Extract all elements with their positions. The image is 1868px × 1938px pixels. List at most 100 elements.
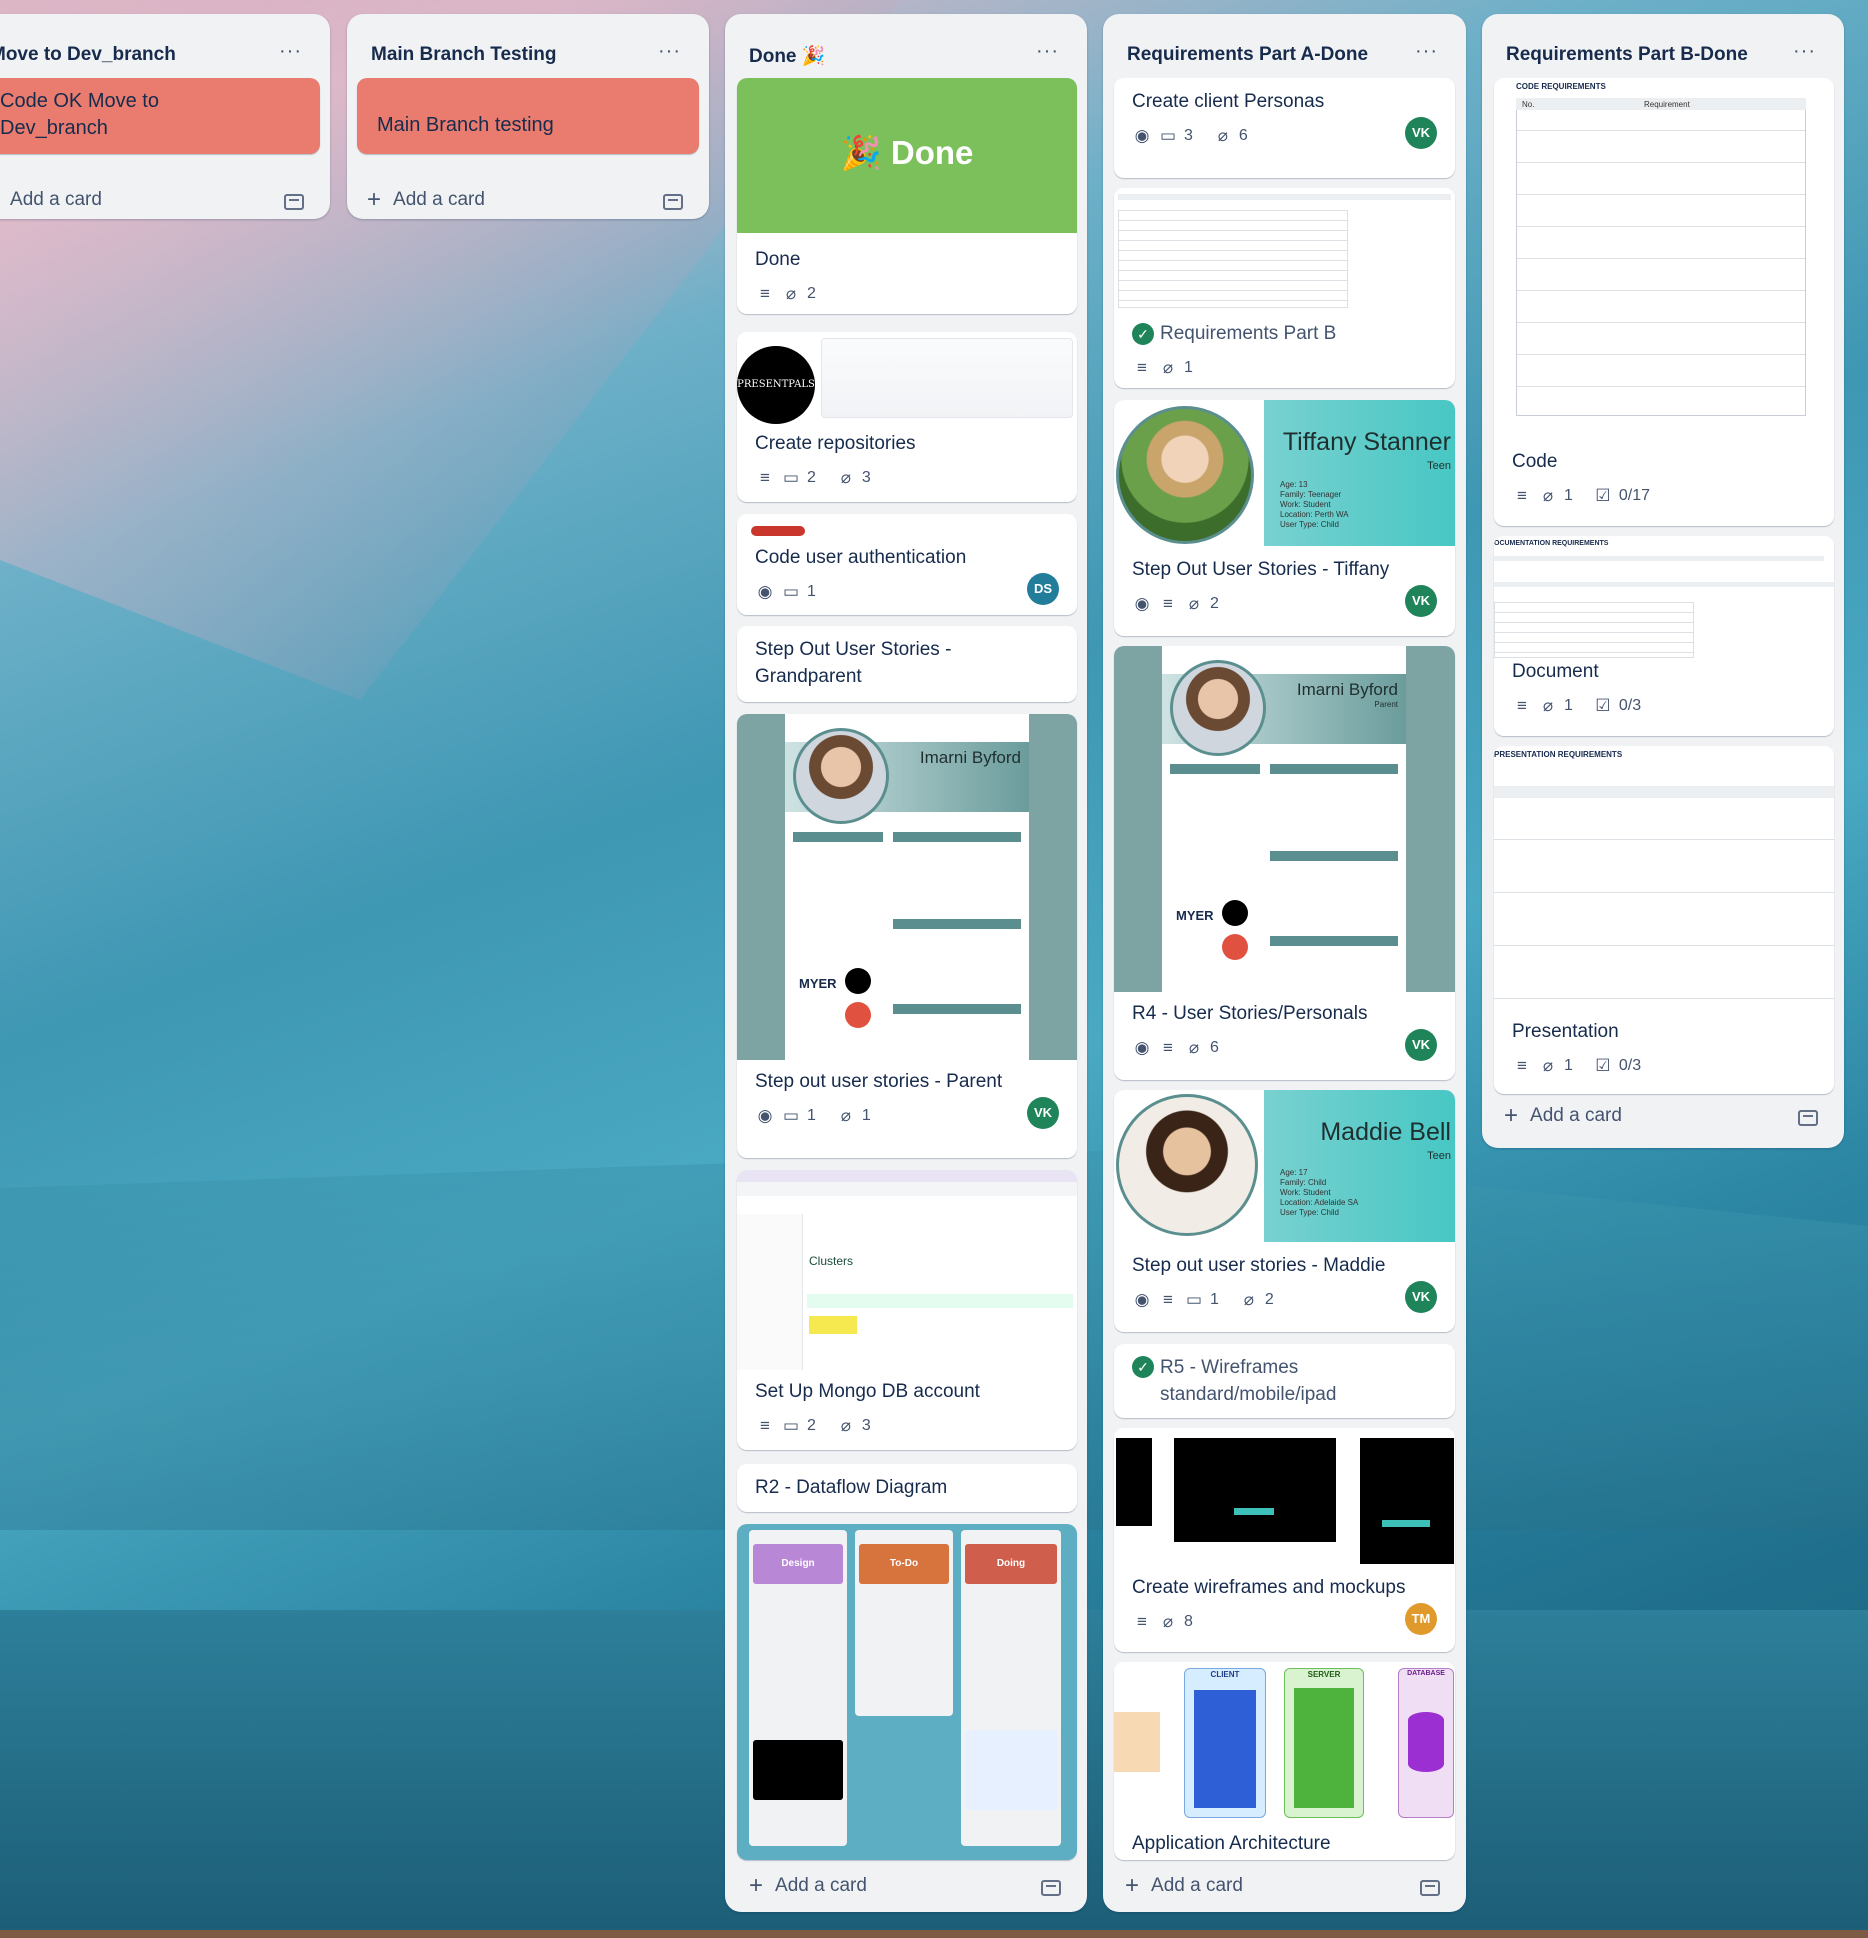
card-title: Create repositories <box>755 433 916 454</box>
watch-icon: ◉ <box>1134 1290 1150 1309</box>
attachment-count: 2 <box>807 285 816 302</box>
add-card-button[interactable]: +Add a card <box>1125 1874 1243 1898</box>
more-icon[interactable]: ··· <box>279 40 302 63</box>
card-title: Presentation <box>1512 1021 1619 1042</box>
card-create-client-personas[interactable]: Create client Personas ◉ ▭ 3 ⌀ 6 VK <box>1114 78 1455 178</box>
card-badges: ◉ ▭ 3 ⌀ 6 <box>1132 126 1262 146</box>
comment-count: 1 <box>1210 1291 1219 1308</box>
template-icon[interactable] <box>1041 1880 1061 1896</box>
persona-field: Location: Adelaide SA <box>1280 1198 1359 1207</box>
card-title-text: Requirements Part B <box>1160 323 1337 344</box>
mini-list: Doing <box>961 1530 1061 1846</box>
card-code-user-authentication[interactable]: Code user authentication ◉ ▭ 1 DS <box>737 514 1077 615</box>
attachment-icon: ⌀ <box>1542 1056 1554 1075</box>
template-icon[interactable] <box>1420 1880 1440 1896</box>
template-icon[interactable] <box>284 194 304 210</box>
more-icon[interactable]: ··· <box>658 40 681 63</box>
card-step-out-maddie[interactable]: Maddie Bell Teen Age: 17 Family: Child W… <box>1114 1090 1455 1332</box>
avatar[interactable]: TM <box>1405 1603 1437 1635</box>
check-icon: ✓ <box>1132 322 1154 345</box>
attachment-icon: ⌀ <box>1162 358 1174 377</box>
persona-photo <box>1116 1094 1258 1236</box>
card-step-out-grandparent[interactable]: Step Out User Stories - Grandparent <box>737 626 1077 702</box>
watch-icon: ◉ <box>1134 594 1150 613</box>
template-icon[interactable] <box>1798 1110 1818 1126</box>
plus-icon: + <box>367 186 382 213</box>
card-title: ✓ Requirements Part B <box>1132 320 1336 347</box>
card-badges: ◉ ≡ ▭ 1 ⌀ 2 <box>1132 1290 1288 1310</box>
card-cover: Tiffany Stanner Teen Age: 13 Family: Tee… <box>1114 400 1455 546</box>
table-header: No. <box>1522 100 1535 109</box>
add-card-label: Add a card <box>775 1875 867 1896</box>
card-cover: CLIENT SERVER DATABASE <box>1114 1662 1455 1826</box>
add-card-button[interactable]: +Add a card <box>0 188 102 212</box>
more-icon[interactable]: ··· <box>1036 40 1059 63</box>
add-card-label: Add a card <box>10 189 102 210</box>
card-title: Code <box>1512 451 1558 472</box>
persona-photo <box>1116 406 1254 544</box>
list-done[interactable]: Done 🎉 ··· 🎉 Done Done ≡ ⌀ 2 PRESENTPALS C… <box>725 14 1087 1912</box>
description-icon: ≡ <box>760 468 770 487</box>
card-document[interactable]: OCUMENTATION REQUIREMENTS Document ≡ ⌀ 1 ☑ 0… <box>1494 536 1834 736</box>
card-title: Document <box>1512 661 1599 682</box>
card-r5-wireframes[interactable]: ✓ R5 - Wireframes standard/mobile/ipad <box>1114 1344 1455 1418</box>
mini-cover: Design <box>753 1544 843 1584</box>
card-title: Set Up Mongo DB account <box>755 1381 980 1402</box>
avatar[interactable]: VK <box>1405 1281 1437 1313</box>
card-title: Step Out User Stories - Tiffany <box>1132 559 1390 580</box>
card[interactable]: Code OK Move to Dev_branch <box>0 78 320 154</box>
add-card-button[interactable]: +Add a card <box>367 188 485 212</box>
list-requirements-part-b[interactable]: Requirements Part B-Done ··· CODE REQUIR… <box>1482 14 1844 1148</box>
more-icon[interactable]: ··· <box>1415 40 1438 63</box>
avatar[interactable]: VK <box>1405 585 1437 617</box>
persona-field: Family: Teenager <box>1280 490 1342 499</box>
card-create-repositories[interactable]: PRESENTPALS Create repositories ≡ ▭ 2 ⌀ 3 <box>737 332 1077 502</box>
card[interactable]: Main Branch testing <box>357 78 699 154</box>
card-r4-user-stories[interactable]: Imarni Byford Parent MYER R4 - User Stor… <box>1114 646 1455 1080</box>
more-icon[interactable]: ··· <box>1793 40 1816 63</box>
attachment-count: 3 <box>861 469 871 486</box>
card-badges: ≡ ▭ 2 ⌀ 3 <box>755 468 885 488</box>
card-board-screenshot[interactable]: Design To-Do Doing <box>737 1524 1077 1860</box>
attachment-icon: ⌀ <box>1243 1290 1255 1309</box>
card-title: Create wireframes and mockups <box>1132 1577 1406 1598</box>
list-title: Done 🎉 <box>749 46 826 67</box>
avatar[interactable]: VK <box>1405 117 1437 149</box>
attachment-count: 2 <box>1210 595 1219 612</box>
card-presentation[interactable]: PRESENTATION REQUIREMENTS Presentation ≡… <box>1494 746 1834 1094</box>
card-title: Step out user stories - Parent <box>755 1071 1003 1092</box>
attachment-icon: ⌀ <box>1542 696 1554 715</box>
card-code[interactable]: CODE REQUIREMENTS No. Requirement Code ≡… <box>1494 78 1834 526</box>
avatar[interactable]: DS <box>1027 573 1059 605</box>
label-red <box>751 526 805 536</box>
card-done[interactable]: 🎉 Done Done ≡ ⌀ 2 <box>737 78 1077 314</box>
watch-icon: ◉ <box>757 582 773 601</box>
list-move-to-dev-branch[interactable]: Move to Dev_branch ··· Code OK Move to D… <box>0 14 330 219</box>
attachment-icon: ⌀ <box>840 1416 852 1435</box>
avatar[interactable]: VK <box>1027 1097 1059 1129</box>
architecture-label: CLIENT <box>1210 1670 1240 1679</box>
persona-field: Age: 17 <box>1280 1168 1308 1177</box>
card-create-wireframes[interactable]: Create wireframes and mockups ≡ ⌀ 8 TM <box>1114 1428 1455 1652</box>
list-requirements-part-a[interactable]: Requirements Part A-Done ··· Create clie… <box>1103 14 1466 1912</box>
add-card-button[interactable]: +Add a card <box>1504 1104 1622 1128</box>
card-step-out-parent[interactable]: Imarni Byford MYER Step out user stories… <box>737 714 1077 1158</box>
card-badges: ◉ ▭ 1 <box>755 582 830 602</box>
card-application-architecture[interactable]: CLIENT SERVER DATABASE Application Archi… <box>1114 1662 1455 1860</box>
description-icon: ≡ <box>1517 486 1527 505</box>
persona-field: Age: 13 <box>1280 480 1308 489</box>
attachment-count: 1 <box>1564 697 1573 714</box>
card-r2-dataflow[interactable]: R2 - Dataflow Diagram <box>737 1464 1077 1512</box>
card-set-up-mongodb[interactable]: Clusters Set Up Mongo DB account ≡ ▭ 2 ⌀ 3 <box>737 1170 1077 1450</box>
card-title: Step out user stories - Maddie <box>1132 1255 1386 1276</box>
avatar[interactable]: VK <box>1405 1029 1437 1061</box>
card-badges: ≡ ⌀ 1 ☑ 0/3 <box>1512 1056 1655 1076</box>
persona-tag: Parent <box>1374 700 1398 709</box>
screenshot-thumb <box>821 338 1073 418</box>
card-cover: Clusters <box>737 1170 1077 1370</box>
add-card-button[interactable]: +Add a card <box>749 1874 867 1898</box>
template-icon[interactable] <box>663 194 683 210</box>
card-requirements-part-b[interactable]: ✓ Requirements Part B ≡ ⌀ 1 <box>1114 188 1455 388</box>
list-main-branch-testing[interactable]: Main Branch Testing ··· Main Branch test… <box>347 14 709 219</box>
card-step-out-tiffany[interactable]: Tiffany Stanner Teen Age: 13 Family: Tee… <box>1114 400 1455 636</box>
